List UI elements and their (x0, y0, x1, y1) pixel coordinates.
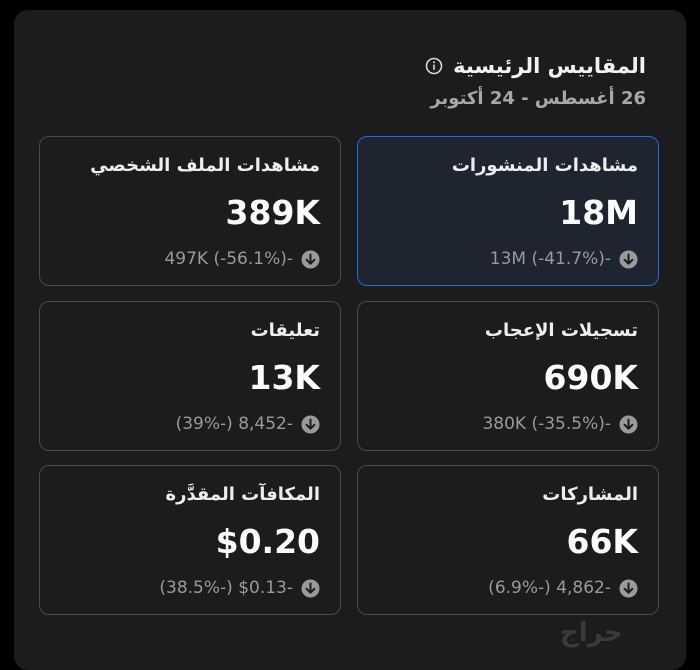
title-row: المقاييس الرئيسية (146, 54, 646, 78)
metric-card-post-views[interactable]: مشاهدات المنشورات 18M -13M (-41.7%) (357, 136, 659, 286)
metric-value: 690K (543, 358, 638, 397)
metric-label: تسجيلات الإعجاب (484, 320, 638, 341)
metric-change-text: -4,862 (-6.9%) (488, 578, 611, 598)
metrics-grid: مشاهدات المنشورات 18M -13M (-41.7%) مشاه… (39, 136, 661, 620)
panel-header: المقاييس الرئيسية 26 أغسطس - 24 أكتوبر (146, 54, 646, 109)
metric-label: تعليقات (250, 320, 320, 341)
metric-label: مشاهدات المنشورات (451, 155, 638, 176)
metric-label: المكافآت المقدَّرة (165, 484, 320, 505)
arrow-down-circle-icon (301, 250, 320, 269)
metric-change-text: -497K (-56.1%) (164, 249, 293, 269)
metric-change: -$0.13 (-38.5%) (60, 578, 320, 598)
arrow-down-circle-icon (301, 579, 320, 598)
metric-change-text: -13M (-41.7%) (489, 249, 611, 269)
metric-value: 389K (225, 193, 320, 232)
metric-value: $0.20 (215, 522, 320, 561)
arrow-down-circle-icon (619, 579, 638, 598)
metric-label: المشاركات (542, 484, 638, 505)
metric-change: -380K (-35.5%) (378, 414, 638, 434)
metric-card-comments[interactable]: تعليقات 13K -8,452 (-39%) (39, 301, 341, 451)
metric-change: -8,452 (-39%) (60, 414, 320, 434)
metric-card-shares[interactable]: المشاركات 66K -4,862 (-6.9%) (357, 465, 659, 615)
arrow-down-circle-icon (301, 415, 320, 434)
metric-value: 13K (248, 358, 321, 397)
metric-change-text: -380K (-35.5%) (482, 414, 611, 434)
metric-card-estimated-rewards[interactable]: المكافآت المقدَّرة $0.20 -$0.13 (-38.5%) (39, 465, 341, 615)
metric-card-profile-views[interactable]: مشاهدات الملف الشخصي 389K -497K (-56.1%) (39, 136, 341, 286)
arrow-down-circle-icon (619, 250, 638, 269)
metric-label: مشاهدات الملف الشخصي (90, 155, 320, 176)
metric-change: -13M (-41.7%) (378, 249, 638, 269)
date-range: 26 أغسطس - 24 أكتوبر (430, 88, 646, 109)
arrow-down-circle-icon (619, 415, 638, 434)
metric-change: -4,862 (-6.9%) (378, 578, 638, 598)
metric-change-text: -$0.13 (-38.5%) (159, 578, 293, 598)
page-title: المقاييس الرئيسية (453, 54, 646, 78)
metric-change: -497K (-56.1%) (60, 249, 320, 269)
metric-change-text: -8,452 (-39%) (175, 414, 293, 434)
metric-value: 18M (559, 193, 638, 232)
metric-card-likes[interactable]: تسجيلات الإعجاب 690K -380K (-35.5%) (357, 301, 659, 451)
info-icon[interactable] (425, 57, 443, 75)
metric-value: 66K (566, 522, 639, 561)
watermark-logo: حراج (560, 618, 623, 648)
